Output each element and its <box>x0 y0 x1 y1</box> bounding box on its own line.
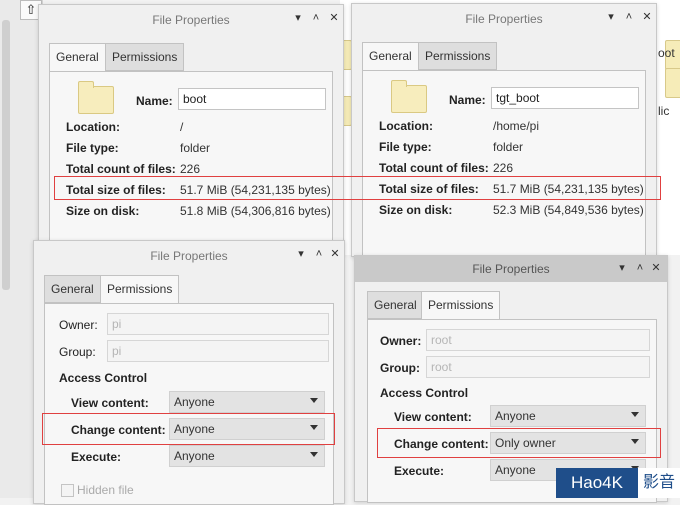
name-input[interactable]: tgt_boot <box>491 87 639 109</box>
hidden-file-checkbox[interactable] <box>61 484 74 497</box>
tab-permissions[interactable]: Permissions <box>105 43 185 71</box>
tab-permissions[interactable]: Permissions <box>418 42 498 70</box>
location-value: /home/pi <box>493 119 540 133</box>
execute-value: Anyone <box>495 463 536 477</box>
owner-label: Owner: <box>380 334 422 348</box>
file-label[interactable]: oot <box>658 46 675 60</box>
file-type-value: folder <box>180 141 211 155</box>
tab-general[interactable]: General <box>49 43 106 72</box>
highlight-change-content-boot <box>42 413 335 445</box>
tab-permissions[interactable]: Permissions <box>421 291 501 320</box>
group-label: Group: <box>380 361 420 375</box>
chevron-down-icon <box>310 452 318 457</box>
watermark-suffix: 影音 <box>638 468 680 498</box>
file-count-label: Total count of files: <box>66 162 176 176</box>
file-type-label: File type: <box>379 140 432 154</box>
view-content-value: Anyone <box>495 409 536 423</box>
execute-label: Execute: <box>71 450 122 464</box>
general-panel: Name: tgt_boot Location: /home/pi File t… <box>362 70 646 258</box>
folder-icon <box>78 81 114 114</box>
watermark-logo: Hao4K 影音 <box>556 468 680 498</box>
close-icon[interactable]: ✕ <box>327 11 341 25</box>
general-panel: Name: boot Location: / File type: folder… <box>49 71 333 257</box>
close-icon[interactable]: ✕ <box>640 10 654 24</box>
titlebar[interactable]: File Properties ▾ ˄ ✕ <box>34 241 344 271</box>
tab-permissions[interactable]: Permissions <box>100 275 180 304</box>
location-value: / <box>180 120 184 134</box>
tab-general[interactable]: General <box>367 291 424 319</box>
folder-icon[interactable] <box>665 68 680 98</box>
file-count-value: 226 <box>180 162 201 176</box>
group-input[interactable]: pi <box>107 340 329 362</box>
file-label[interactable]: lic <box>658 104 669 118</box>
location-label: Location: <box>66 120 120 134</box>
file-type-label: File type: <box>66 141 119 155</box>
location-label: Location: <box>379 119 433 133</box>
close-icon[interactable]: ✕ <box>328 247 342 261</box>
file-count-value: 226 <box>493 161 514 175</box>
properties-window-boot: File Properties ▾ ˄ ✕ General Permission… <box>38 4 344 257</box>
hidden-file-label: Hidden file <box>77 483 134 497</box>
group-label: Group: <box>59 345 96 359</box>
permissions-window-tgt-boot: File Properties ▾ ˄ ✕ General Permission… <box>354 255 668 503</box>
permissions-panel: Owner: pi Group: pi Access Control View … <box>44 303 334 505</box>
maximize-icon[interactable]: ˄ <box>633 261 647 275</box>
file-count-label: Total count of files: <box>379 161 489 175</box>
view-content-label: View content: <box>71 396 149 410</box>
tab-general[interactable]: General <box>362 42 419 71</box>
maximize-icon[interactable]: ˄ <box>312 247 326 261</box>
name-input[interactable]: boot <box>178 88 326 110</box>
name-label: Name: <box>136 94 173 108</box>
titlebar[interactable]: File Properties ▾ ˄ ✕ <box>39 5 343 35</box>
execute-value: Anyone <box>174 449 215 463</box>
close-icon[interactable]: ✕ <box>649 261 663 275</box>
access-control-heading: Access Control <box>59 371 148 385</box>
file-type-value: folder <box>493 140 524 154</box>
view-content-label: View content: <box>394 410 472 424</box>
scrollbar[interactable] <box>2 20 10 290</box>
tab-general[interactable]: General <box>44 275 101 303</box>
watermark-brand: Hao4K <box>556 468 638 498</box>
owner-input[interactable]: pi <box>107 313 329 335</box>
titlebar[interactable]: File Properties ▾ ˄ ✕ <box>355 256 667 282</box>
menu-arrow-icon[interactable]: ▾ <box>291 11 305 25</box>
chevron-down-icon <box>310 398 318 403</box>
menu-arrow-icon[interactable]: ▾ <box>615 261 629 275</box>
execute-select[interactable]: Anyone <box>169 445 325 467</box>
size-on-disk-label: Size on disk: <box>379 203 453 217</box>
owner-input[interactable]: root <box>426 329 650 351</box>
menu-arrow-icon[interactable]: ▾ <box>294 247 308 261</box>
group-input[interactable]: root <box>426 356 650 378</box>
size-on-disk-value: 51.8 MiB (54,306,816 bytes) <box>180 204 331 218</box>
highlight-total-size <box>54 176 661 200</box>
view-content-value: Anyone <box>174 395 215 409</box>
size-on-disk-value: 52.3 MiB (54,849,536 bytes) <box>493 203 644 217</box>
folder-icon <box>391 80 427 113</box>
access-control-heading: Access Control <box>380 386 469 400</box>
name-label: Name: <box>449 93 486 107</box>
permissions-window-boot: File Properties ▾ ˄ ✕ General Permission… <box>33 240 345 505</box>
maximize-icon[interactable]: ˄ <box>622 10 636 24</box>
view-content-select[interactable]: Anyone <box>169 391 325 413</box>
maximize-icon[interactable]: ˄ <box>309 11 323 25</box>
menu-arrow-icon[interactable]: ▾ <box>604 10 618 24</box>
size-on-disk-label: Size on disk: <box>66 204 140 218</box>
chevron-down-icon <box>631 412 639 417</box>
properties-window-tgt-boot: File Properties ▾ ˄ ✕ General Permission… <box>351 3 657 258</box>
titlebar[interactable]: File Properties ▾ ˄ ✕ <box>352 4 656 34</box>
execute-label: Execute: <box>394 464 445 478</box>
highlight-change-content-tgt-boot <box>377 428 661 458</box>
view-content-select[interactable]: Anyone <box>490 405 646 427</box>
owner-label: Owner: <box>59 318 98 332</box>
